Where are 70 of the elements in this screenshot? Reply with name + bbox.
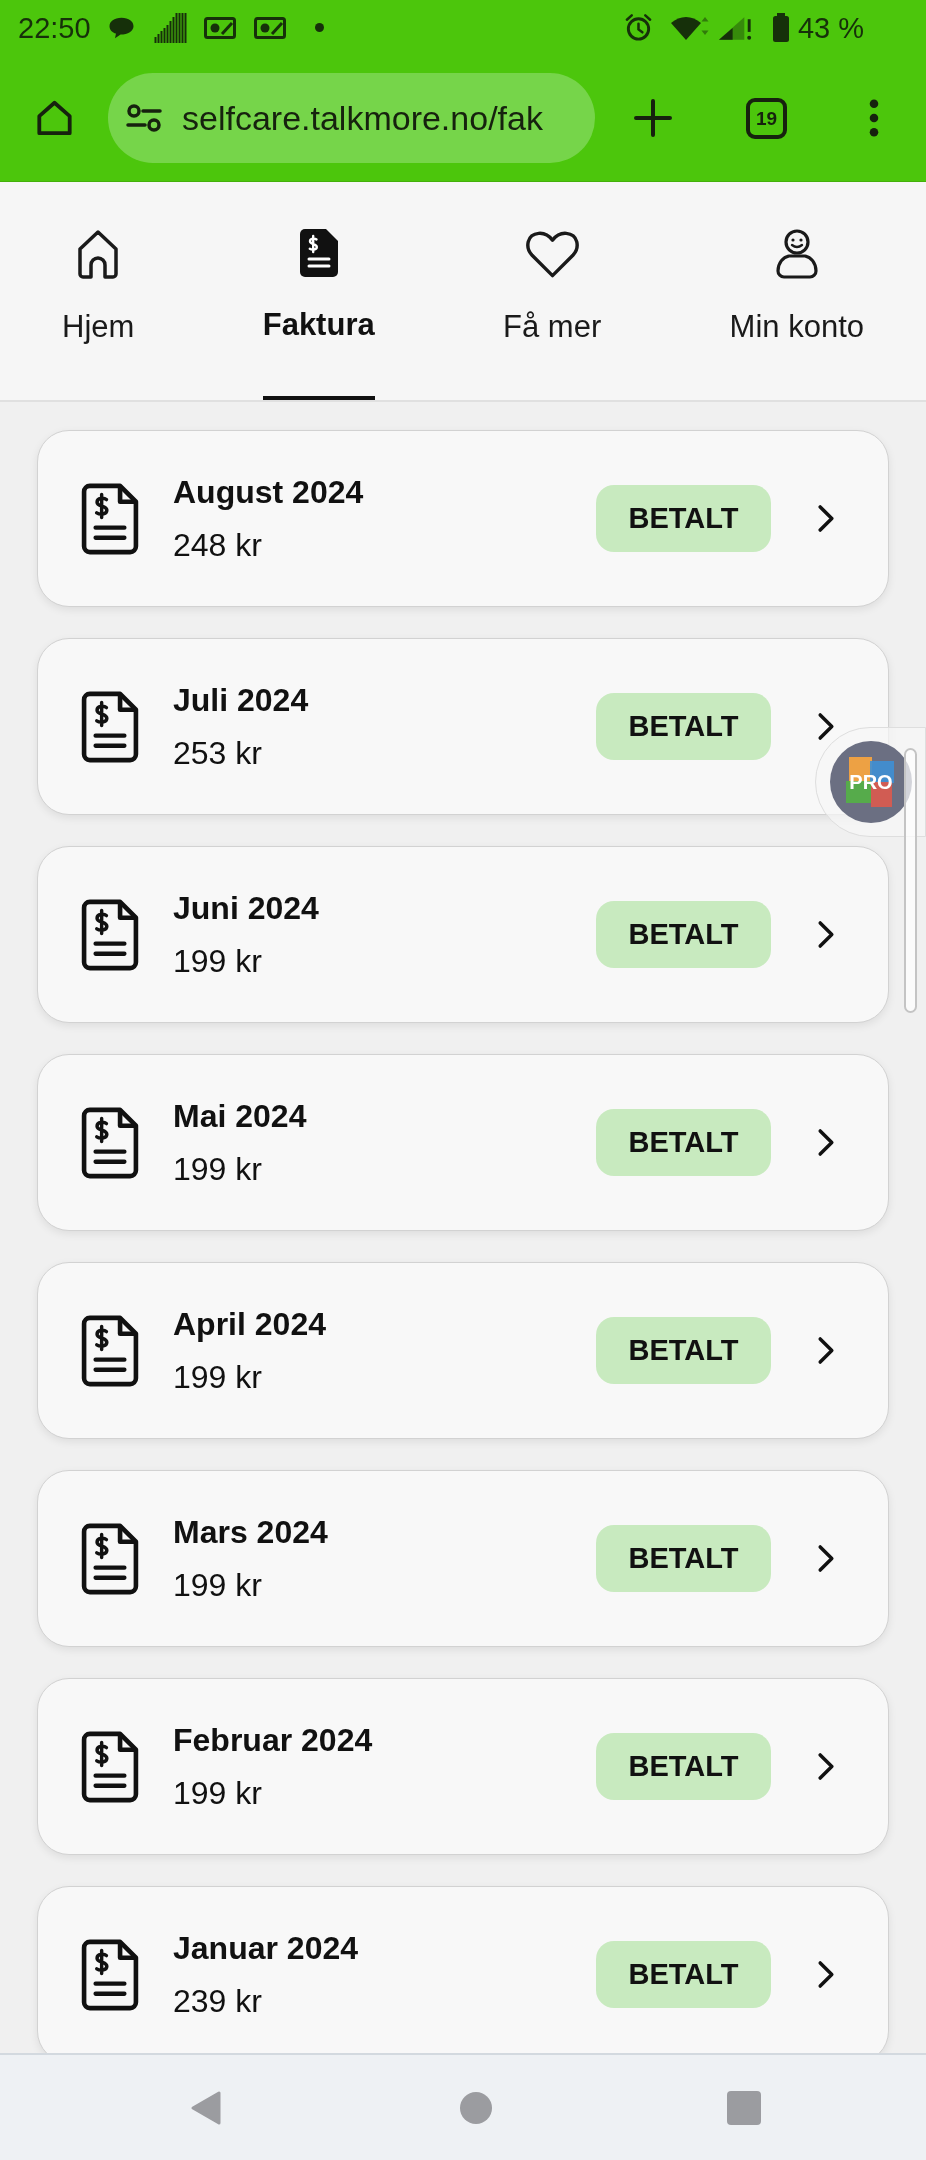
nav-tab[interactable]: Min konto [729,182,864,400]
invoice-month: Juli 2024 [173,681,309,720]
status-badge: BETALT [596,1733,771,1800]
invoice-month: Januar 2024 [173,1929,358,1968]
home-icon[interactable] [34,99,75,137]
banknote-icon [253,16,286,39]
invoice-month: Juni 2024 [173,889,319,928]
nav-tab[interactable]: Få mer [503,182,602,400]
chevron-right-icon [817,1336,835,1365]
invoice-document-icon [298,228,339,278]
invoice-document-icon [81,690,139,763]
invoice-amount: 199 kr [173,1566,263,1605]
chevron-right-icon [817,1544,835,1573]
striped-shape-icon [153,12,187,43]
invoice-document-icon [81,1938,139,2011]
invoice-amount: 253 kr [173,734,263,773]
scroll-thumb[interactable] [904,748,917,1013]
nav-tab[interactable]: Hjem [62,182,135,400]
banknote-icon [203,16,236,39]
invoice-card[interactable]: August 2024 248 kr BETALT [37,430,889,607]
chat-bubble-icon [107,15,135,40]
more-menu-icon[interactable] [869,99,879,137]
invoice-month: Mars 2024 [173,1513,328,1552]
invoice-document-icon [81,1106,139,1179]
invoice-month: April 2024 [173,1305,326,1344]
address-field[interactable]: selfcare.talkmore.no/fak [108,73,595,163]
invoice-card[interactable]: April 2024 199 kr BETALT [37,1262,889,1439]
invoice-document-icon [81,482,139,555]
invoice-document-icon [81,1314,139,1387]
invoice-card[interactable]: Juni 2024 199 kr BETALT [37,846,889,1023]
status-badge: BETALT [596,693,771,760]
invoice-card[interactable]: Mai 2024 199 kr BETALT [37,1054,889,1231]
invoice-document-icon [81,898,139,971]
chevron-right-icon [817,1752,835,1781]
invoice-month: August 2024 [173,473,364,512]
invoice-amount: 239 kr [173,1982,263,2021]
invoice-amount: 248 kr [173,526,263,565]
invoice-amount: 199 kr [173,1358,263,1397]
status-badge: BETALT [596,1109,771,1176]
status-time: 22:50 [18,10,91,45]
colored-squares-icon [846,757,896,807]
status-badge: BETALT [596,901,771,968]
invoice-month: Mai 2024 [173,1097,307,1136]
status-badge: BETALT [596,1525,771,1592]
alarm-clock-icon [623,13,653,42]
chevron-right-icon [817,504,835,533]
plus-icon[interactable] [634,99,672,137]
invoice-card[interactable]: Januar 2024 239 kr BETALT [37,1886,889,2053]
status-badge: BETALT [596,485,771,552]
status-badge: BETALT [596,1941,771,2008]
sliders-icon[interactable] [126,103,162,133]
invoice-amount: 199 kr [173,942,263,981]
invoice-amount: 199 kr [173,1774,263,1813]
dot-icon [314,23,324,32]
chevron-right-icon [817,1960,835,1989]
invoice-document-icon [81,1730,139,1803]
battery-icon [771,12,790,43]
invoice-card[interactable]: Mars 2024 199 kr BETALT [37,1470,889,1647]
nav-tab[interactable]: Faktura [262,182,375,400]
battery-percent: 43 % [797,10,864,45]
chevron-right-icon [817,920,835,949]
status-badge: BETALT [596,1317,771,1384]
invoice-document-icon [81,1522,139,1595]
smiling-person-icon [775,228,818,280]
tab-count-button[interactable]: 19 [746,97,787,139]
chevron-right-icon [817,1128,835,1157]
chevron-right-icon [817,712,835,741]
invoice-card[interactable]: Februar 2024 199 kr BETALT [37,1678,889,1855]
invoice-month: Februar 2024 [173,1721,373,1760]
invoice-amount: 199 kr [173,1150,263,1189]
